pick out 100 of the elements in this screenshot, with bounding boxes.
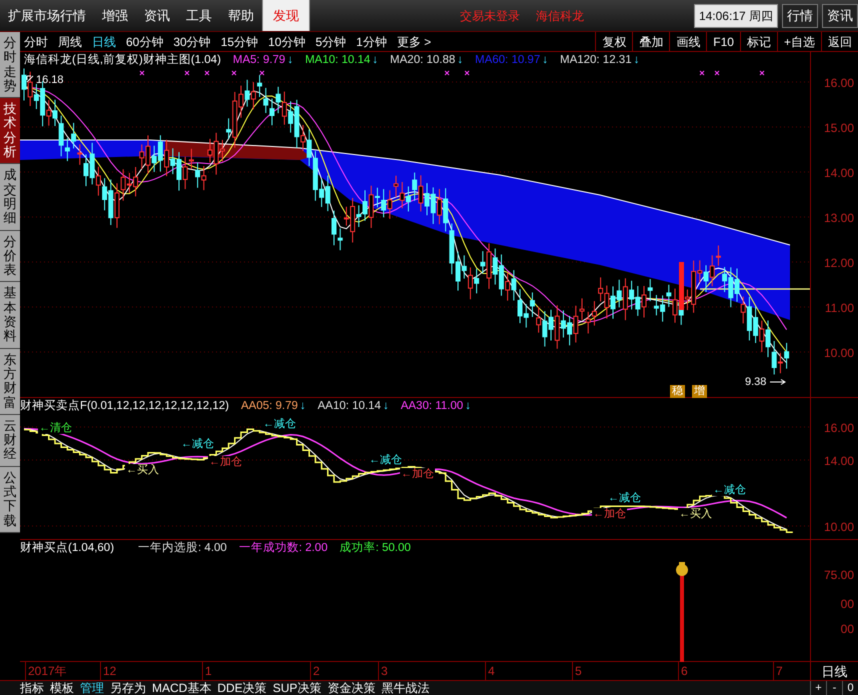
axis-label: 12.00 — [824, 255, 854, 272]
tool-button[interactable]: +自选 — [776, 32, 821, 51]
signal-label: ←买入 — [678, 508, 713, 520]
menu-item[interactable]: 资讯 — [136, 0, 178, 31]
period-tab[interactable]: 15分钟 — [220, 32, 258, 50]
formula-tab[interactable]: 黑牛战法 — [381, 681, 430, 695]
period-tab[interactable]: 5分钟 — [315, 32, 346, 50]
tool-button[interactable]: 画线 — [669, 32, 706, 51]
tool-button[interactable]: 叠加 — [632, 32, 670, 51]
menu-item[interactable]: 增强 — [94, 0, 136, 31]
pointer-arrow-icon — [26, 75, 34, 83]
axis-label: 00 — [840, 621, 854, 638]
toolbar-button[interactable]: 行情 — [782, 4, 818, 28]
panel-title: 财神买卖点F(0.01,12,12,12,12,12,12,12) — [20, 398, 229, 414]
status-text: 交易未登录 — [460, 8, 520, 24]
formula-tab[interactable]: 指标 — [20, 681, 44, 695]
signal-label: ←减仓 — [368, 454, 403, 466]
indicator-value: MA120: 12.31 — [560, 53, 632, 68]
axis-label: 16.00 — [824, 420, 854, 437]
indicator-value: AA10: 10.14 — [318, 399, 381, 414]
side-tab[interactable]: 技术分析 — [0, 98, 20, 164]
indicator-value: MA60: 10.97 — [475, 53, 540, 68]
long-candle — [679, 262, 684, 310]
tool-button[interactable]: 标记 — [740, 32, 777, 51]
status-text: 海信科龙 — [536, 8, 584, 24]
zoom-control[interactable]: 0 — [842, 681, 858, 695]
signal-label: ←加仓 — [592, 508, 627, 520]
period-tab[interactable]: 周线 — [58, 32, 82, 50]
signal-label: ←加仓 — [400, 468, 435, 480]
chart-title: 海信科龙(日线,前复权)财神主图(1.04) — [24, 52, 221, 68]
tool-button[interactable]: 复权 — [595, 32, 632, 51]
event-tag: 增 — [692, 385, 707, 398]
axis-label: 10.00 — [824, 519, 854, 536]
down-arrow-icon: ↓ — [465, 398, 471, 416]
signal-label: ←减仓 — [180, 438, 215, 450]
side-tab[interactable]: 公式下载 — [0, 466, 20, 533]
signal-label: ←减仓 — [262, 418, 297, 430]
axis-label: 14.00 — [824, 453, 854, 470]
period-tab[interactable]: 更多 > — [396, 32, 432, 50]
formula-tab[interactable]: 模板 — [50, 681, 74, 695]
toolbar-button[interactable]: 资讯 — [822, 4, 858, 28]
axis-label: 13.00 — [824, 210, 854, 227]
low-price-label: 9.38 — [745, 375, 766, 390]
side-tab[interactable]: 分时走势 — [0, 32, 20, 98]
down-arrow-icon: ↓ — [287, 52, 294, 70]
high-price-label: 16.18 — [36, 73, 64, 88]
side-tab[interactable]: 分价表 — [0, 230, 20, 282]
menu-item[interactable]: 工具 — [178, 0, 220, 31]
axis-label: 15.00 — [824, 120, 854, 137]
period-tab[interactable]: 日线 — [92, 32, 116, 50]
side-tab[interactable]: 云财经 — [0, 414, 20, 467]
axis-label: 00 — [840, 596, 854, 613]
zoom-control[interactable]: - — [826, 681, 842, 695]
formula-tab[interactable]: MACD基本 — [152, 681, 212, 695]
signal-label: ←减仓 — [607, 492, 642, 504]
down-arrow-icon: ↓ — [457, 52, 464, 70]
zoom-control[interactable]: + — [810, 681, 826, 695]
side-tab[interactable]: 成交明细 — [0, 164, 20, 231]
period-tab[interactable]: 10分钟 — [268, 32, 306, 50]
menu-item[interactable]: 发现 — [262, 0, 310, 31]
down-arrow-icon: ↓ — [372, 52, 378, 70]
indicator-value: AA05: 9.79 — [240, 399, 298, 414]
signal-label: ←加仓 — [208, 456, 243, 468]
axis-label: 75.00 — [824, 567, 854, 584]
signal-label: ←减仓 — [712, 484, 747, 496]
panel-title: 财神买点(1.04,60) — [20, 540, 114, 556]
axis-label: 10.00 — [824, 345, 854, 362]
formula-tab[interactable]: 资金决策 — [327, 681, 376, 695]
axis-label: 11.00 — [824, 300, 854, 317]
formula-tab[interactable]: 另存为 — [110, 681, 146, 695]
stat-value: 一年成功数: 2.00 — [238, 540, 328, 556]
side-tab[interactable]: 基本资料 — [0, 282, 20, 349]
formula-tab[interactable]: 管理 — [80, 681, 104, 695]
down-arrow-icon: ↓ — [634, 52, 640, 70]
menu-item[interactable]: 帮助 — [220, 0, 262, 31]
period-tab[interactable]: 分时 — [24, 32, 48, 50]
side-tab[interactable]: 东方财富 — [0, 348, 20, 415]
period-tab[interactable]: 30分钟 — [173, 32, 211, 50]
signal-label: ←买入 — [125, 464, 160, 476]
stat-value: 成功率: 50.00 — [340, 540, 411, 556]
indicator-value: MA10: 10.14 — [305, 53, 370, 68]
stat-value: 一年内选股: 4.00 — [138, 540, 227, 556]
menu-item[interactable]: 扩展市场行情 — [0, 0, 94, 31]
down-arrow-icon: ↓ — [382, 398, 389, 416]
formula-tab[interactable]: SUP决策 — [272, 681, 322, 695]
tool-button[interactable]: F10 — [706, 32, 740, 51]
clock-display: 14:06:17 周四 — [694, 4, 778, 28]
axis-label: 14.00 — [824, 165, 854, 182]
indicator-value: AA30: 11.00 — [400, 399, 464, 414]
formula-tab[interactable]: DDE决策 — [217, 681, 267, 695]
indicator-value: MA20: 10.88 — [390, 53, 456, 68]
signal-label: ←清仓 — [38, 422, 73, 434]
down-arrow-icon: ↓ — [542, 52, 548, 70]
period-tab[interactable]: 1分钟 — [356, 32, 387, 50]
axis-label: 16.00 — [824, 75, 854, 92]
period-tab[interactable]: 60分钟 — [126, 32, 164, 50]
indicator-value: MA5: 9.79 — [232, 53, 286, 68]
tool-button[interactable]: 返回 — [821, 32, 858, 51]
down-arrow-icon: ↓ — [300, 398, 306, 416]
pointer-arrow-icon — [770, 379, 786, 385]
